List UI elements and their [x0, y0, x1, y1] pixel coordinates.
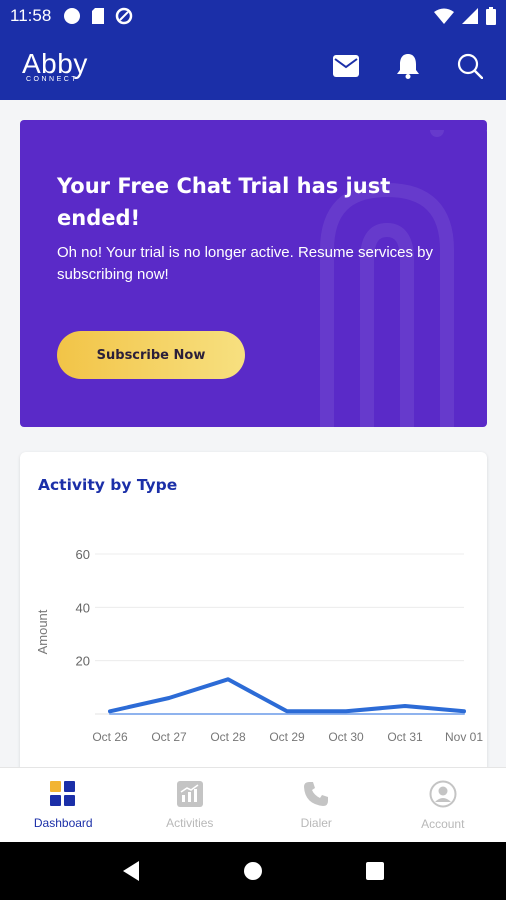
phone-icon: [304, 781, 329, 806]
y-tick-label: 40: [76, 600, 90, 615]
banner-message: Oh no! Your trial is no longer active. R…: [57, 244, 434, 283]
logo-sub-text: CONNECT: [26, 75, 79, 83]
search-button[interactable]: [456, 52, 484, 80]
bell-icon: [397, 54, 419, 79]
banner-title: Your Free Chat Trial has just ended!: [57, 174, 391, 230]
wifi-icon: [434, 8, 454, 24]
search-icon: [457, 53, 483, 79]
x-tick-label: Oct 29: [269, 730, 305, 744]
notifications-button[interactable]: [394, 52, 422, 80]
y-axis-label: Amount: [35, 609, 50, 654]
sd-card-icon: [92, 8, 105, 24]
trial-ended-banner: Your Free Chat Trial has just ended! Oh …: [20, 120, 487, 427]
battery-icon: [486, 7, 496, 25]
abby-connect-logo: Abby CONNECT: [22, 47, 88, 83]
nav-label-dashboard: Dashboard: [33, 815, 93, 830]
system-navigation-bar: [0, 842, 506, 900]
status-time: 11:58: [10, 6, 52, 25]
notification-dot-icon: [64, 8, 81, 24]
nav-label-account: Account: [421, 816, 465, 831]
recents-icon[interactable]: [365, 861, 385, 881]
y-tick-label: 60: [76, 547, 90, 562]
nav-label-activities: Activities: [166, 815, 214, 830]
series-line: [108, 677, 466, 714]
home-icon[interactable]: [242, 860, 264, 882]
x-tick-label: Nov 01: [445, 730, 483, 744]
status-bar: 11:58: [0, 0, 506, 32]
bottom-navigation: Dashboard Activities Dialer Account: [0, 767, 506, 842]
nav-dashboard[interactable]: Dashboard: [0, 768, 127, 842]
subscribe-now-button[interactable]: Subscribe Now: [57, 331, 245, 379]
data-saver-icon: [116, 7, 133, 25]
app-bar: Abby CONNECT: [0, 32, 506, 100]
account-icon: [429, 780, 457, 807]
nav-account[interactable]: Account: [380, 768, 506, 842]
nav-dialer[interactable]: Dialer: [253, 768, 380, 842]
nav-activities[interactable]: Activities: [127, 768, 254, 842]
nav-label-dialer: Dialer: [300, 815, 332, 830]
mail-icon: [333, 55, 359, 77]
activities-icon: [176, 780, 203, 807]
x-tick-label: Oct 27: [151, 730, 187, 744]
x-tick-label: Oct 26: [92, 730, 128, 744]
y-tick-label: 20: [76, 654, 90, 669]
back-icon[interactable]: [121, 860, 141, 882]
x-tick-label: Oct 30: [328, 730, 364, 744]
logo-main-text: Abby: [22, 47, 88, 79]
activity-chart-card: Activity by Type 60 40 20 Amount Oct 26 Oct 2…: [20, 452, 487, 782]
mail-button[interactable]: [332, 52, 360, 80]
dashboard-icon: [50, 780, 76, 806]
chart-title: Activity by Type: [38, 476, 178, 494]
x-tick-label: Oct 28: [210, 730, 246, 744]
activity-line-chart: 60 40 20 Amount Oct 26 Oct 27 Oct 28 Oct 29 Oct …: [35, 547, 483, 744]
x-tick-label: Oct 31: [387, 730, 423, 744]
signal-icon: [462, 8, 478, 24]
